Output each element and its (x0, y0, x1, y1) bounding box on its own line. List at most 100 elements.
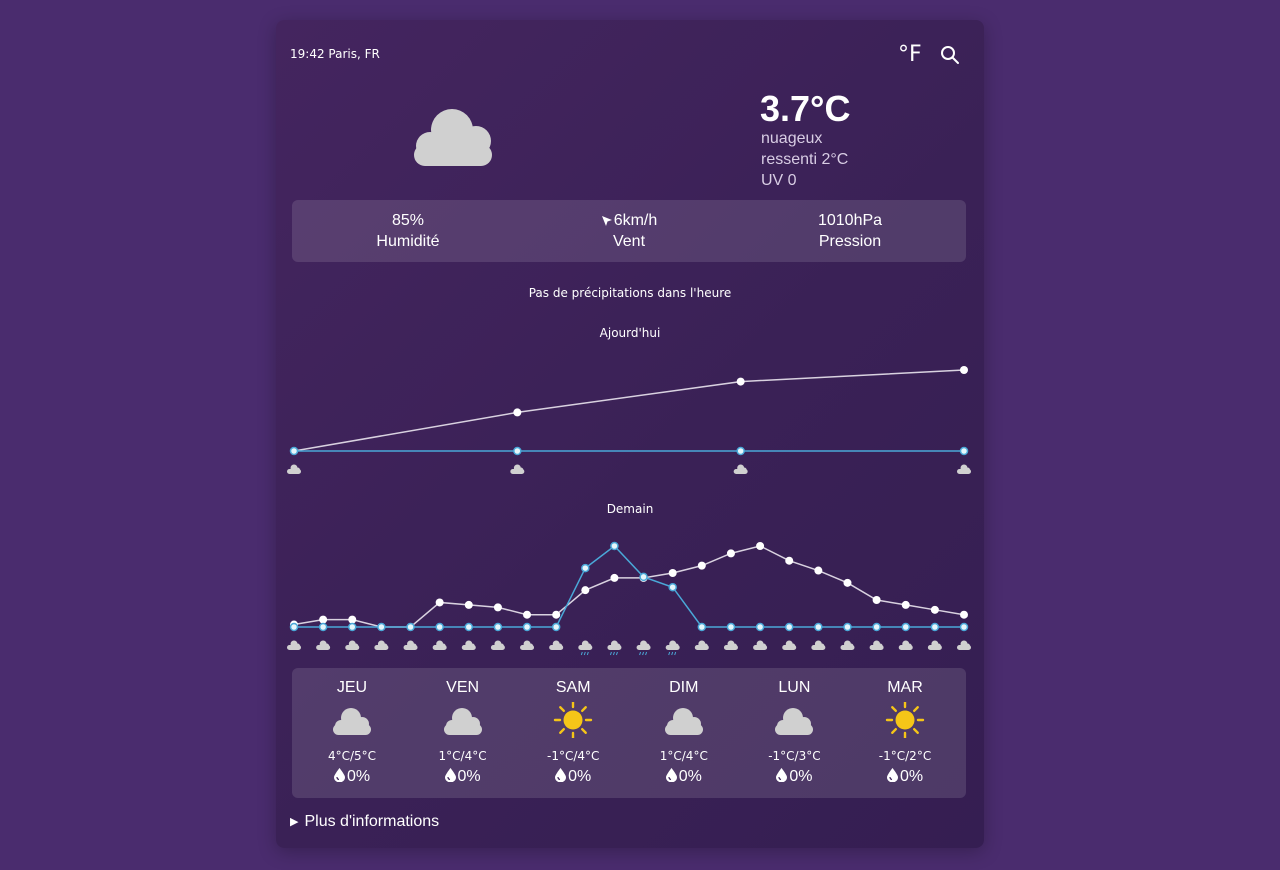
temperature-point (668, 569, 677, 577)
forecast-day-name: SAM (555, 679, 591, 696)
forecast-rain-chance: 0% (789, 768, 813, 785)
weather-card: 19:42 Paris, FR °F 3.7°C nuageux ressent… (276, 20, 984, 848)
raindrop-icon (886, 768, 898, 782)
cloud-icon (782, 640, 797, 650)
cloud-icon (432, 640, 447, 650)
cloud-icon (374, 640, 389, 650)
cloud-icon (840, 640, 855, 650)
precipitation-point (348, 622, 357, 632)
precipitation-point (639, 572, 648, 582)
temperature-point (901, 600, 910, 609)
precipitation-point (581, 563, 590, 573)
forecast-rain-chance: 0% (346, 768, 371, 785)
forecast-day-name: VEN (446, 679, 480, 696)
forecast-precipitation: 0% (739, 768, 849, 786)
temperature-point (523, 610, 532, 619)
precipitation-point (551, 622, 561, 632)
cloud-icon (753, 640, 768, 650)
raindrop-icon (333, 768, 345, 782)
precipitation-point (726, 622, 736, 632)
precipitation-point (814, 622, 823, 632)
precipitation-point (872, 622, 881, 632)
temperature-point (435, 598, 444, 607)
temperature-point (726, 549, 735, 558)
temperature-point (697, 561, 706, 570)
forecast-precipitation: 0% (518, 768, 628, 786)
precipitation-point (377, 622, 386, 632)
rain-cloud-icon (636, 640, 651, 656)
forecast-day-sam: SAM -1°C/4°C 0% (518, 668, 628, 798)
forecast-temperatures: -1°C/4°C (546, 749, 600, 763)
temperature-point (348, 615, 357, 624)
forecast-day-mar: MAR -1°C/2°C 0% (850, 668, 960, 798)
cloud-icon (403, 640, 418, 650)
cloud-icon (520, 640, 535, 650)
cloud-icon (927, 640, 942, 650)
sun-icon (553, 702, 593, 738)
precipitation-point (755, 622, 765, 632)
forecast-precipitation: 0% (629, 768, 739, 786)
cloud-icon (549, 640, 564, 650)
cloud-icon (664, 708, 703, 735)
temperature-point (814, 566, 823, 575)
forecast-day-ven: VEN 1°C/4°C 0% (408, 668, 518, 798)
temperature-point (464, 600, 473, 609)
rain-cloud-icon (578, 640, 593, 656)
forecast-day-name: MAR (887, 679, 923, 696)
cloud-icon (775, 708, 814, 735)
forecast-temperatures: -1°C/3°C (768, 749, 821, 763)
precipitation-point (843, 622, 852, 632)
forecast-precipitation: 0% (297, 768, 407, 786)
forecast-rain-chance: 0% (678, 768, 702, 785)
temperature-point (756, 542, 765, 550)
cloud-icon (694, 640, 709, 650)
precipitation-point (610, 541, 619, 551)
daily-forecast-panel: JEU 4°C/5°C 0% VEN 1°C/4°C 0% SAM -1°C/4°C 0% DIM… (292, 668, 966, 798)
forecast-day-lun: LUN -1°C/3°C 0% (739, 668, 849, 798)
forecast-day-name: DIM (669, 679, 699, 696)
forecast-temperatures: 1°C/4°C (659, 749, 708, 763)
precipitation-point (522, 622, 532, 632)
forecast-precipitation: 0% (408, 768, 518, 786)
precipitation-point (493, 622, 503, 632)
forecast-day-name: LUN (778, 679, 811, 696)
temperature-point (493, 603, 502, 612)
temperature-point (930, 605, 939, 614)
raindrop-icon (776, 768, 788, 782)
precipitation-point (668, 582, 677, 592)
forecast-temperatures: 4°C/5°C (327, 749, 377, 763)
temperature-point (960, 610, 968, 619)
precipitation-point (959, 622, 969, 632)
forecast-day-name: JEU (336, 679, 368, 696)
precipitation-point (930, 622, 940, 632)
forecast-rain-chance: 0% (899, 768, 924, 785)
cloud-icon (345, 640, 360, 650)
forecast-day-jeu: JEU 4°C/5°C 0% (297, 668, 407, 798)
sun-icon (885, 702, 925, 738)
cloud-icon (723, 640, 738, 650)
cloud-icon (461, 640, 476, 650)
more-info-label: Plus d'informations (304, 813, 440, 830)
raindrop-icon (555, 768, 567, 782)
temperature-point (785, 556, 794, 565)
temperature-point (843, 578, 852, 587)
precipitation-line (294, 544, 964, 628)
more-info-toggle[interactable]: ▶ Plus d'informations (290, 813, 439, 831)
forecast-day-dim: DIM 1°C/4°C 0% (629, 668, 739, 798)
raindrop-icon (665, 768, 677, 782)
forecast-temperatures: -1°C/2°C (878, 749, 932, 763)
temperature-line (293, 545, 965, 628)
precipitation-point (289, 622, 299, 632)
expand-triangle-icon: ▶ (290, 816, 299, 828)
temperature-point (610, 573, 619, 582)
tomorrow-hourly-chart (287, 541, 971, 656)
cloud-icon (957, 640, 971, 650)
forecast-temperatures: 1°C/4°C (438, 749, 487, 763)
precipitation-point (784, 622, 794, 632)
cloud-icon (869, 640, 884, 650)
precipitation-point (901, 622, 910, 632)
precipitation-point (406, 622, 415, 632)
temperature-point (872, 596, 881, 604)
precipitation-point (697, 622, 707, 632)
cloud-icon (333, 708, 371, 735)
